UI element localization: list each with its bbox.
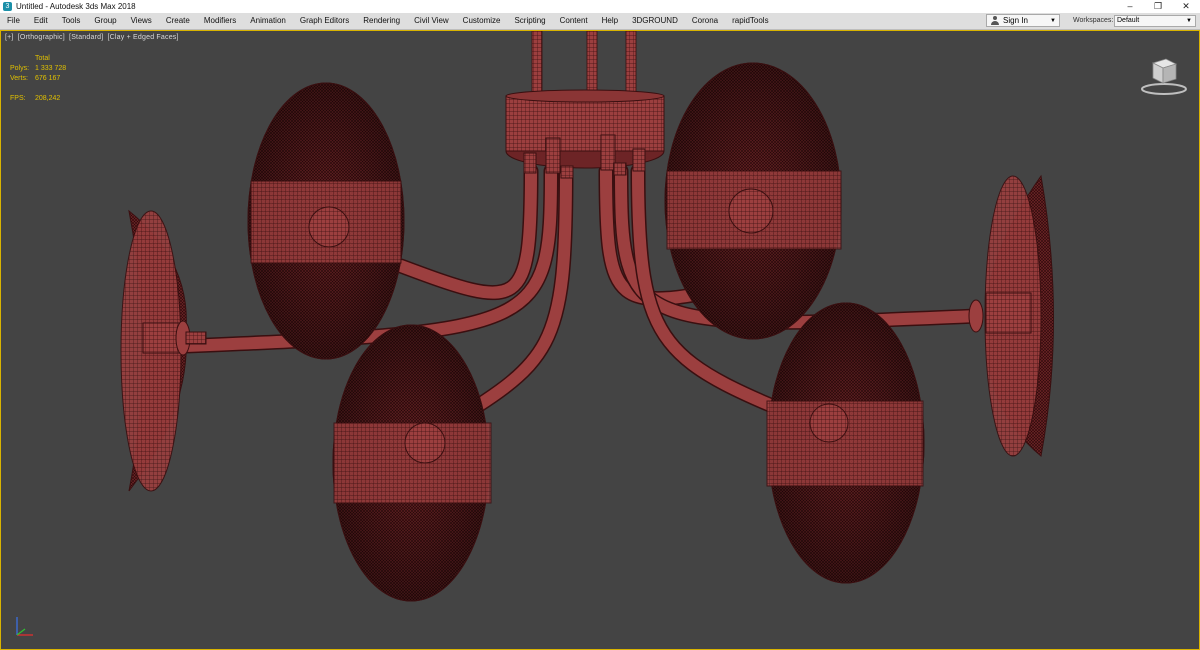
viewport-view-menu[interactable]: [Orthographic] [18,34,65,41]
menu-views[interactable]: Views [124,13,159,29]
menu-rapidtools[interactable]: rapidTools [725,13,775,29]
chevron-down-icon: ▼ [1186,18,1192,24]
menu-customize[interactable]: Customize [456,13,508,29]
menu-civil-view[interactable]: Civil View [407,13,456,29]
viewport-statistics: Total Polys: 1 333 728 Verts: 676 167 FPS:… [10,54,66,104]
minimize-button[interactable]: – [1116,0,1144,13]
axis-tripod-icon [16,617,33,636]
menu-graph-editors[interactable]: Graph Editors [293,13,356,29]
lamp-shade-right-outer [968,174,1054,457]
workspaces-select[interactable]: Default ▼ [1114,15,1196,27]
menu-animation[interactable]: Animation [243,13,293,29]
menu-rendering[interactable]: Rendering [356,13,407,29]
menu-edit[interactable]: Edit [27,13,55,29]
lamp-shade-lower-left [332,324,492,602]
menu-file[interactable]: File [0,13,27,29]
menu-create[interactable]: Create [159,13,197,29]
chevron-down-icon: ▼ [1050,17,1056,24]
stats-polys-label: Polys: [10,65,30,72]
viewport-shading-preset[interactable]: [Standard] [69,34,103,41]
menu-tools[interactable]: Tools [55,13,88,29]
lamp-shade-upper-left [247,82,405,360]
lamp-shade-upper-right [664,62,842,340]
stats-verts-label: Verts: [10,75,28,82]
sign-in-label: Sign In [1003,16,1028,25]
app-icon: 3 [3,2,12,11]
menu-modifiers[interactable]: Modifiers [197,13,243,29]
stats-header: Total [35,55,50,62]
menu-group[interactable]: Group [87,13,123,29]
stats-fps-value: 208,242 [35,95,61,102]
stats-fps-label: FPS: [10,95,26,102]
chandelier-mesh [120,31,1054,602]
viewport-display-mode[interactable]: [Clay + Edged Faces] [108,34,179,41]
stats-verts-value: 676 167 [35,75,61,82]
menu-help[interactable]: Help [595,13,625,29]
menu-corona[interactable]: Corona [685,13,725,29]
title-bar: 3 Untitled - Autodesk 3ds Max 2018 – ❐ ✕ [0,0,1200,13]
viewport-orthographic[interactable]: [+] [Orthographic] [Standard] [Clay + Ed… [0,30,1200,650]
hanging-rods [531,31,637,94]
restore-button[interactable]: ❐ [1144,0,1172,13]
ceiling-canopy [505,89,665,179]
sign-in-dropdown[interactable]: Sign In ▼ [986,14,1060,27]
workspaces-label: Workspaces: [1073,17,1114,24]
user-icon [990,15,1000,26]
menu-3dground[interactable]: 3DGROUND [625,13,685,29]
window-title: Untitled - Autodesk 3ds Max 2018 [16,2,136,11]
viewcube-icon[interactable] [1139,49,1189,99]
lamp-shade-lower-right [766,302,925,584]
close-button[interactable]: ✕ [1172,0,1200,13]
window-controls: – ❐ ✕ [1116,0,1200,13]
workspaces-value: Default [1117,17,1140,24]
menu-content[interactable]: Content [553,13,595,29]
stats-polys-value: 1 333 728 [35,65,67,72]
viewport-plus-menu[interactable]: [+] [5,34,14,41]
viewport-label-menu[interactable]: [+] [Orthographic] [Standard] [Clay + Ed… [5,34,181,41]
menu-scripting[interactable]: Scripting [507,13,552,29]
